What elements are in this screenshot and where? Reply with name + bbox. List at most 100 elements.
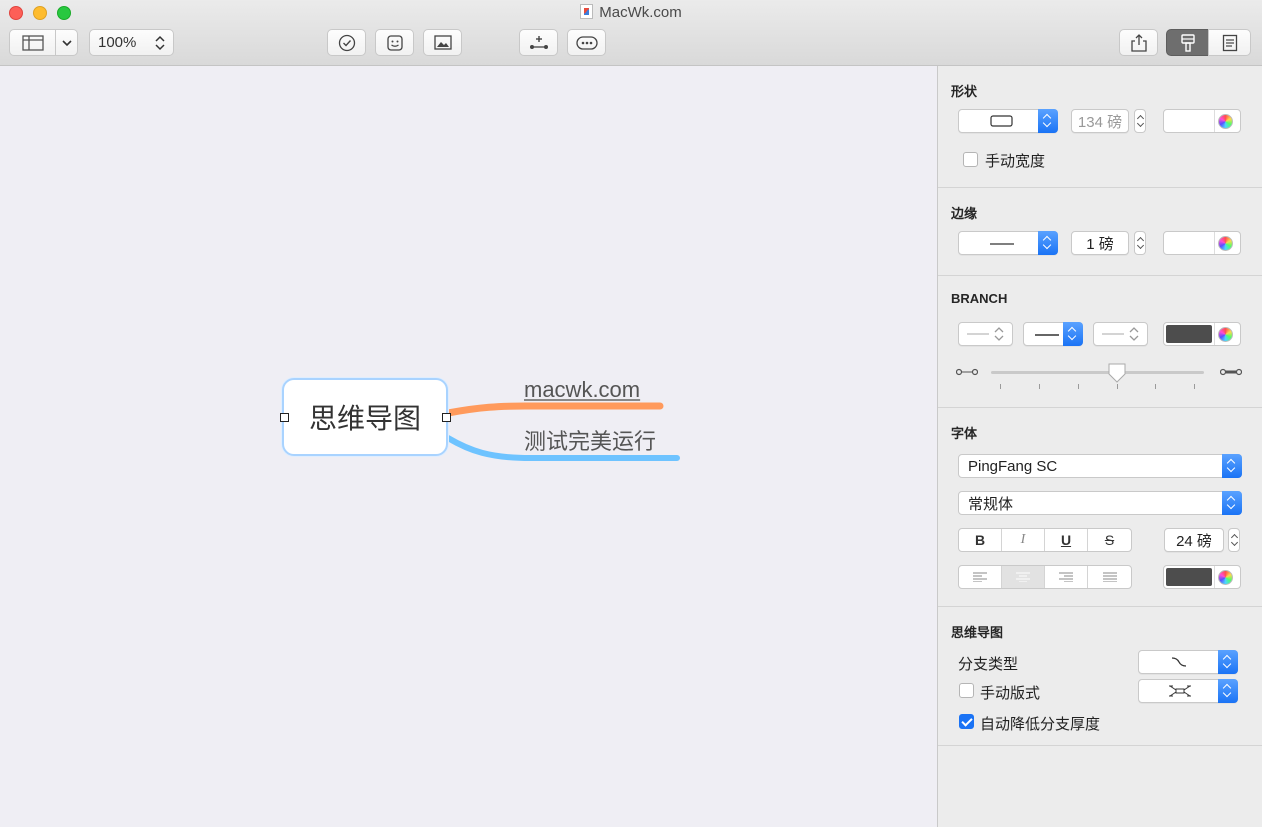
branch-end-style-select[interactable] xyxy=(1093,322,1148,346)
slider-thumb[interactable] xyxy=(1107,363,1127,385)
sidebar-toggle-button[interactable] xyxy=(9,29,56,56)
document-icon xyxy=(580,4,594,19)
sidebar-icon xyxy=(21,34,44,51)
align-right-button[interactable] xyxy=(1045,566,1088,588)
add-topic-icon xyxy=(529,35,548,49)
title-bar: MacWk.com 100% xyxy=(0,0,1262,66)
underline-button[interactable]: U xyxy=(1045,529,1088,551)
manual-layout-label: 手动版式 xyxy=(980,685,1041,702)
mindmap-section-title: 思维导图 xyxy=(951,625,1004,640)
auto-reduce-label: 自动降低分支厚度 xyxy=(980,716,1101,733)
border-section: 边缘 1 磅 xyxy=(938,188,1262,276)
notes-icon xyxy=(1222,34,1237,51)
share-button[interactable] xyxy=(1119,29,1158,56)
image-button[interactable] xyxy=(423,29,462,56)
chevron-down-icon xyxy=(61,39,72,46)
font-color-swatch xyxy=(1166,568,1212,586)
border-style-select[interactable] xyxy=(958,231,1058,255)
branch-thickness-slider[interactable] xyxy=(991,371,1204,374)
branch-lines xyxy=(444,402,680,461)
manual-width-checkbox[interactable] xyxy=(963,152,978,167)
line-stepper-icon xyxy=(1102,327,1139,341)
border-color-swatch xyxy=(1166,234,1212,252)
border-width-field[interactable]: 1 磅 xyxy=(1071,231,1129,255)
add-topic-button[interactable] xyxy=(519,29,558,56)
curved-branch-icon xyxy=(1171,657,1187,667)
layout-structure-select[interactable] xyxy=(1138,679,1238,703)
align-right-icon xyxy=(1059,572,1073,582)
shape-section-title: 形状 xyxy=(951,84,978,99)
border-style-arrow xyxy=(1038,231,1058,255)
format-inspector: 形状 134 磅 手动宽度 边缘 1 磅 BRANCH 字体 PingFang … xyxy=(937,66,1262,827)
font-size-field[interactable]: 24 磅 xyxy=(1164,528,1224,552)
branch-type-select[interactable] xyxy=(1138,650,1238,674)
font-section-title: 字体 xyxy=(951,426,978,441)
shape-section: 形状 134 磅 手动宽度 xyxy=(938,66,1262,188)
align-center-button[interactable] xyxy=(1002,566,1045,588)
paintbrush-icon xyxy=(1180,33,1195,52)
align-justify-button[interactable] xyxy=(1088,566,1131,588)
align-left-icon xyxy=(973,572,987,582)
mindmap-canvas[interactable]: 思维导图 macwk.com 测试完美运行 xyxy=(0,66,937,827)
window-title-text: MacWk.com xyxy=(599,4,682,21)
selection-handle-right[interactable] xyxy=(442,413,451,422)
branch-width-arrow xyxy=(1063,322,1083,346)
text-align-segmented xyxy=(958,565,1132,589)
format-panel-button[interactable] xyxy=(1166,29,1209,56)
font-family-select[interactable]: PingFang SC xyxy=(958,454,1242,478)
border-width-stepper[interactable] xyxy=(1134,231,1146,255)
manual-width-label: 手动宽度 xyxy=(985,153,1046,170)
bold-button[interactable]: B xyxy=(959,529,1002,551)
color-wheel-icon xyxy=(1218,570,1233,585)
thick-branch-icon xyxy=(1220,368,1242,376)
branch-type-label: 分支类型 xyxy=(958,656,1019,673)
notes-panel-button[interactable] xyxy=(1208,29,1251,56)
shape-width-stepper[interactable] xyxy=(1134,109,1146,133)
central-topic[interactable]: 思维导图 xyxy=(282,378,448,456)
sidebar-dropdown-button[interactable] xyxy=(55,29,78,56)
mindmap-layout-icon xyxy=(1169,685,1191,697)
color-wheel-icon xyxy=(1218,114,1233,129)
task-button[interactable] xyxy=(327,29,366,56)
strikethrough-button[interactable]: S xyxy=(1088,529,1131,551)
sticker-button[interactable] xyxy=(375,29,414,56)
subtopic-1[interactable]: macwk.com xyxy=(524,377,640,403)
align-justify-icon xyxy=(1102,572,1117,582)
subtopic-2[interactable]: 测试完美运行 xyxy=(524,424,656,456)
border-color-well[interactable] xyxy=(1163,231,1241,255)
solid-line-icon xyxy=(1035,334,1059,336)
branch-color-well[interactable] xyxy=(1163,322,1241,346)
shape-fill-color-well[interactable] xyxy=(1163,109,1241,133)
color-wheel-icon xyxy=(1218,327,1233,342)
branch-section: BRANCH xyxy=(938,276,1262,408)
font-style-value: 常规体 xyxy=(968,495,1014,513)
font-family-value: PingFang SC xyxy=(968,457,1058,475)
shape-width-field[interactable]: 134 磅 xyxy=(1071,109,1129,133)
font-size-stepper[interactable] xyxy=(1228,528,1240,552)
align-left-button[interactable] xyxy=(959,566,1002,588)
updown-icon xyxy=(155,35,165,50)
font-section: 字体 PingFang SC 常规体 B I U S 24 磅 xyxy=(938,408,1262,607)
image-icon xyxy=(433,35,452,50)
layout-structure-arrow xyxy=(1218,679,1238,703)
auto-reduce-checkbox[interactable] xyxy=(959,714,974,729)
italic-button[interactable]: I xyxy=(1002,529,1045,551)
shape-fill-swatch xyxy=(1166,112,1212,130)
font-family-arrow xyxy=(1222,454,1242,478)
align-center-icon xyxy=(1016,572,1030,582)
selection-handle-left[interactable] xyxy=(280,413,289,422)
mindmap-section: 思维导图 分支类型 手动版式 自动降低分支厚度 xyxy=(938,607,1262,746)
zoom-stepper[interactable]: 100% xyxy=(89,29,174,56)
share-icon xyxy=(1130,33,1147,52)
manual-layout-checkbox[interactable] xyxy=(959,683,974,698)
window-title: MacWk.com xyxy=(0,4,1262,21)
central-topic-text: 思维导图 xyxy=(308,403,421,434)
branch-width-select[interactable] xyxy=(1023,322,1083,346)
shape-select[interactable] xyxy=(958,109,1058,133)
more-button[interactable] xyxy=(567,29,606,56)
checkmark-circle-icon xyxy=(338,34,355,51)
font-color-well[interactable] xyxy=(1163,565,1241,589)
branch-line-style-select[interactable] xyxy=(958,322,1013,346)
branch-color-swatch xyxy=(1166,325,1212,343)
font-style-select[interactable]: 常规体 xyxy=(958,491,1242,515)
